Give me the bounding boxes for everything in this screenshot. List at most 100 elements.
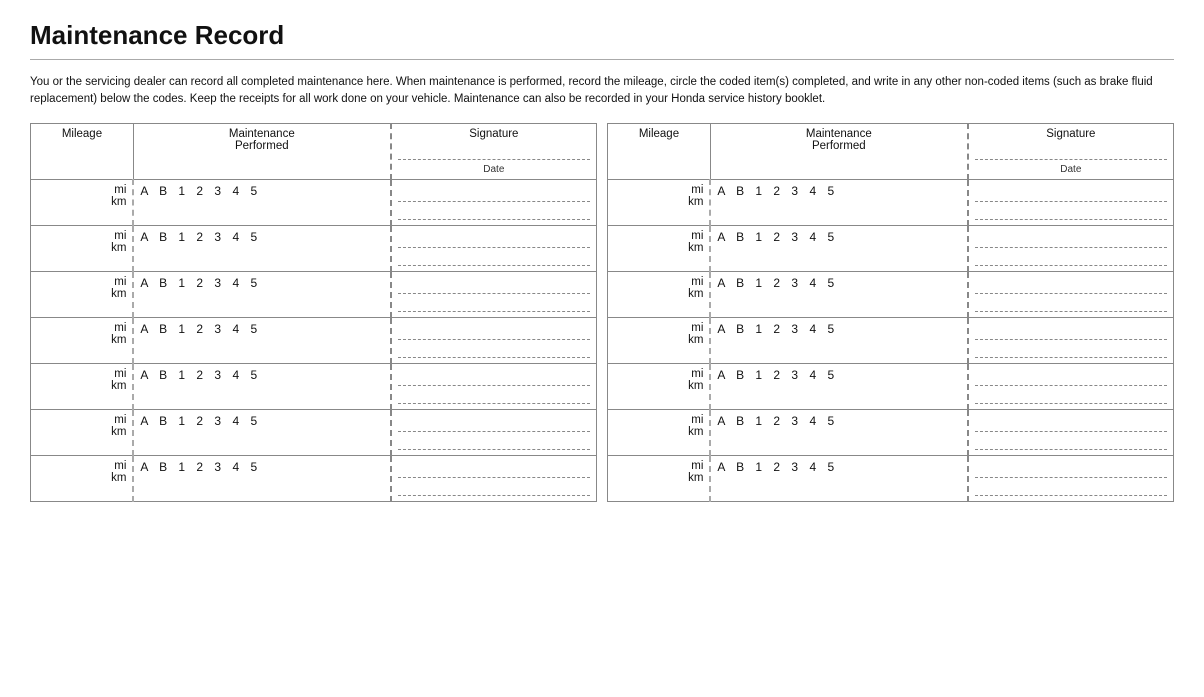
- left-mileage-7: mikm: [31, 455, 134, 501]
- left-sig-2: [391, 225, 597, 271]
- right-codes-3: A B 1 2 3 4 5: [710, 271, 967, 317]
- left-mileage-5: mikm: [31, 363, 134, 409]
- right-signature-label: Signature: [975, 128, 1167, 140]
- right-codes-1: A B 1 2 3 4 5: [710, 179, 967, 225]
- right-mileage-2: mikm: [608, 225, 711, 271]
- right-row-1: mikm A B 1 2 3 4 5: [608, 179, 1174, 225]
- left-codes-1: A B 1 2 3 4 5: [133, 179, 390, 225]
- title-divider: [30, 59, 1174, 60]
- left-codes-7: A B 1 2 3 4 5: [133, 455, 390, 501]
- right-sig-line-3: [975, 276, 1167, 294]
- left-sig-line-6: [398, 414, 590, 432]
- left-date-line-5: [398, 390, 590, 404]
- left-sig-line-4: [398, 322, 590, 340]
- right-date-line-1: [975, 206, 1167, 220]
- right-date-line-3: [975, 298, 1167, 312]
- left-sig-1: [391, 179, 597, 225]
- right-codes-6: A B 1 2 3 4 5: [710, 409, 967, 455]
- left-header-row: Mileage MaintenancePerformed Signature D…: [31, 123, 597, 179]
- left-sig-5: [391, 363, 597, 409]
- right-mileage-header: Mileage: [608, 123, 711, 179]
- left-mileage-header: Mileage: [31, 123, 134, 179]
- right-mileage-4: mikm: [608, 317, 711, 363]
- left-row-3: mikm A B 1 2 3 4 5: [31, 271, 597, 317]
- left-mileage-6: mikm: [31, 409, 134, 455]
- right-row-2: mikm A B 1 2 3 4 5: [608, 225, 1174, 271]
- left-mileage-1: mikm: [31, 179, 134, 225]
- right-sig-line-2: [975, 230, 1167, 248]
- left-codes-6: A B 1 2 3 4 5: [133, 409, 390, 455]
- page-title: Maintenance Record: [30, 20, 1174, 51]
- right-sig-3: [968, 271, 1174, 317]
- left-date-line-4: [398, 344, 590, 358]
- right-codes-2: A B 1 2 3 4 5: [710, 225, 967, 271]
- left-date-line-1: [398, 206, 590, 220]
- left-row-2: mikm A B 1 2 3 4 5: [31, 225, 597, 271]
- right-date-line-7: [975, 482, 1167, 496]
- right-row-4: mikm A B 1 2 3 4 5: [608, 317, 1174, 363]
- right-codes-7: A B 1 2 3 4 5: [710, 455, 967, 501]
- right-codes-4: A B 1 2 3 4 5: [710, 317, 967, 363]
- right-maintenance-table: Mileage MaintenancePerformed Signature D…: [607, 123, 1174, 502]
- left-sig-line-3: [398, 276, 590, 294]
- tables-wrapper: Mileage MaintenancePerformed Signature D…: [30, 123, 1174, 502]
- right-sig-line-4: [975, 322, 1167, 340]
- right-mileage-7: mikm: [608, 455, 711, 501]
- left-sig-line-7: [398, 460, 590, 478]
- left-date-line-6: [398, 436, 590, 450]
- right-sig-line-7: [975, 460, 1167, 478]
- right-row-3: mikm A B 1 2 3 4 5: [608, 271, 1174, 317]
- intro-text: You or the servicing dealer can record a…: [30, 74, 1174, 109]
- right-date-line-5: [975, 390, 1167, 404]
- right-date-line-4: [975, 344, 1167, 358]
- left-mileage-2: mikm: [31, 225, 134, 271]
- right-codes-5: A B 1 2 3 4 5: [710, 363, 967, 409]
- right-sig-6: [968, 409, 1174, 455]
- right-row-6: mikm A B 1 2 3 4 5: [608, 409, 1174, 455]
- left-sig-3: [391, 271, 597, 317]
- right-row-7: mikm A B 1 2 3 4 5: [608, 455, 1174, 501]
- right-sig-2: [968, 225, 1174, 271]
- left-codes-3: A B 1 2 3 4 5: [133, 271, 390, 317]
- left-row-6: mikm A B 1 2 3 4 5: [31, 409, 597, 455]
- right-sig-4: [968, 317, 1174, 363]
- right-sig-5: [968, 363, 1174, 409]
- right-sig-line-5: [975, 368, 1167, 386]
- left-codes-4: A B 1 2 3 4 5: [133, 317, 390, 363]
- left-date-line-7: [398, 482, 590, 496]
- left-sig-line-2: [398, 230, 590, 248]
- left-date-line-3: [398, 298, 590, 312]
- right-sig-line-1: [975, 184, 1167, 202]
- left-sig-6: [391, 409, 597, 455]
- left-sig-4: [391, 317, 597, 363]
- right-mileage-3: mikm: [608, 271, 711, 317]
- left-row-4: mikm A B 1 2 3 4 5: [31, 317, 597, 363]
- left-row-1: mikm A B 1 2 3 4 5: [31, 179, 597, 225]
- left-mileage-4: mikm: [31, 317, 134, 363]
- left-signature-header: Signature Date: [391, 123, 597, 179]
- left-row-5: mikm A B 1 2 3 4 5: [31, 363, 597, 409]
- right-signature-header: Signature Date: [968, 123, 1174, 179]
- left-sig-line-1: [398, 184, 590, 202]
- right-maintenance-header: MaintenancePerformed: [710, 123, 967, 179]
- right-mileage-1: mikm: [608, 179, 711, 225]
- left-sig-7: [391, 455, 597, 501]
- left-date-line-2: [398, 252, 590, 266]
- right-row-5: mikm A B 1 2 3 4 5: [608, 363, 1174, 409]
- right-sig-line-6: [975, 414, 1167, 432]
- right-sig-7: [968, 455, 1174, 501]
- right-mileage-6: mikm: [608, 409, 711, 455]
- right-sig-1: [968, 179, 1174, 225]
- left-sig-line-5: [398, 368, 590, 386]
- left-mileage-3: mikm: [31, 271, 134, 317]
- left-signature-label: Signature: [398, 128, 590, 140]
- right-date-line-2: [975, 252, 1167, 266]
- right-date-label: Date: [975, 164, 1167, 175]
- right-header-row: Mileage MaintenancePerformed Signature D…: [608, 123, 1174, 179]
- left-maintenance-table: Mileage MaintenancePerformed Signature D…: [30, 123, 597, 502]
- left-row-7: mikm A B 1 2 3 4 5: [31, 455, 597, 501]
- left-date-label: Date: [398, 164, 590, 175]
- right-mileage-5: mikm: [608, 363, 711, 409]
- right-date-line-6: [975, 436, 1167, 450]
- left-codes-5: A B 1 2 3 4 5: [133, 363, 390, 409]
